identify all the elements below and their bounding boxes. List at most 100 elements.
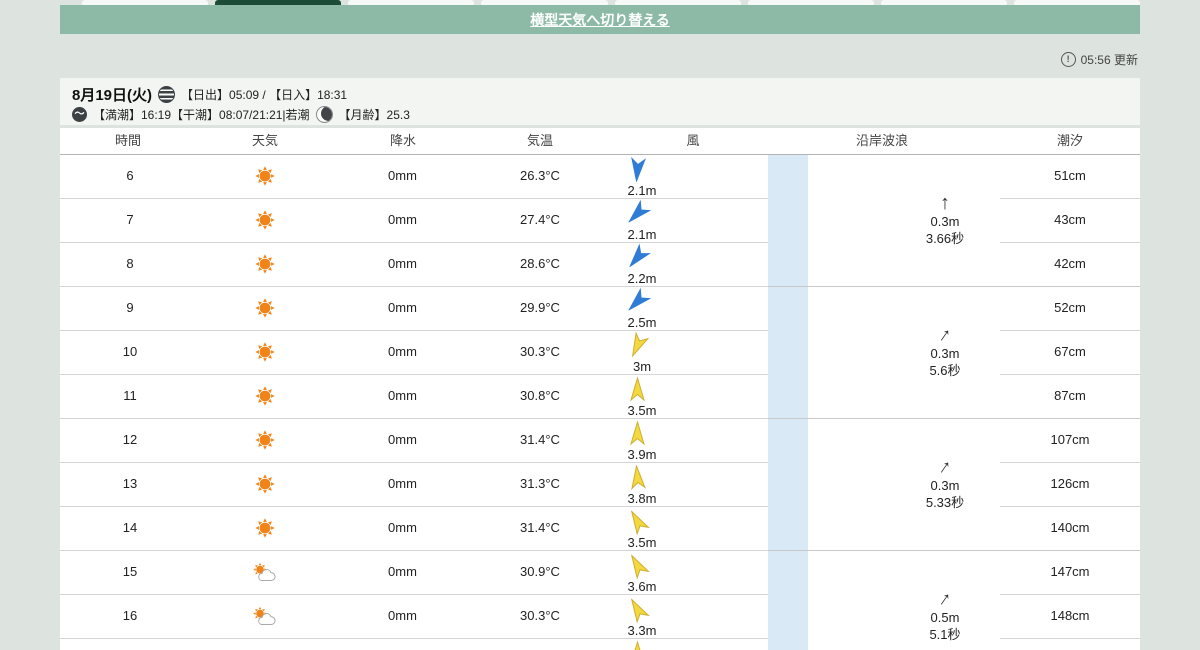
switch-to-horizontal-link[interactable]: 横型天気へ切り替える bbox=[530, 10, 670, 30]
temp-cell: 30.3°C bbox=[520, 344, 560, 359]
precip-cell: 0mm bbox=[388, 388, 417, 403]
sunny-icon bbox=[238, 374, 292, 418]
wind-cell bbox=[607, 638, 667, 650]
precip-cell: 0mm bbox=[388, 300, 417, 315]
page: 横型天気へ切り替える ! 05:56 更新 8月19日(火) 【日出】05:09… bbox=[0, 0, 1200, 650]
wind-speed-label: 2.5m bbox=[627, 315, 657, 330]
layout-switch-banner: 横型天気へ切り替える bbox=[60, 5, 1140, 34]
hour-cell: 9 bbox=[126, 300, 134, 315]
wave-period-label: 5.33秒 bbox=[925, 495, 965, 510]
sunny-icon bbox=[238, 462, 292, 506]
wind-speed-label: 3.9m bbox=[627, 447, 657, 462]
column-header-7: 潮汐 bbox=[1056, 133, 1083, 148]
precip-cell: 0mm bbox=[388, 608, 417, 623]
wind-cell: 2.2m bbox=[607, 242, 667, 286]
wave-direction-arrow-icon: ↑ bbox=[934, 455, 956, 479]
hourly-weather-table: 時間 天気 降水 気温風沿岸波浪 潮汐 6 0mm 26.3°C 2.1m 51cm 7 0mm 27.… bbox=[60, 128, 1140, 650]
sunny-icon bbox=[238, 418, 292, 462]
wind-cell: 2.5m bbox=[607, 286, 667, 330]
coastal-wave-info: ↑ 0.5m 5.1秒 bbox=[929, 587, 960, 643]
hour-cell: 14 bbox=[122, 520, 138, 535]
precip-cell bbox=[330, 638, 475, 650]
wind-speed-label: 2.1m bbox=[627, 183, 657, 198]
wind-speed-label: 3.3m bbox=[627, 623, 657, 638]
temp-cell bbox=[475, 638, 605, 650]
tide-wave-icon: 〜 bbox=[72, 106, 87, 122]
precip-cell: 0mm bbox=[388, 432, 417, 447]
wind-speed-label: 3m bbox=[632, 359, 652, 374]
column-header-6: 沿岸波浪 bbox=[855, 133, 908, 148]
sunrise-sunset-times: 【日出】05:09 / 【日入】18:31 bbox=[181, 87, 348, 102]
sunny-icon bbox=[238, 242, 292, 286]
hour-cell: 15 bbox=[122, 564, 138, 579]
coastal-wave-info: ↑ 0.3m 5.33秒 bbox=[925, 455, 965, 511]
sunny-icon bbox=[238, 330, 292, 374]
temp-cell: 31.4°C bbox=[520, 520, 560, 535]
precip-cell: 0mm bbox=[388, 212, 417, 227]
wind-cell: 3.5m bbox=[607, 374, 667, 418]
column-header-5: 風 bbox=[686, 133, 700, 148]
column-header-3: 降水 bbox=[389, 133, 416, 148]
hour-cell: 6 bbox=[126, 168, 134, 183]
hour-cell: 16 bbox=[122, 608, 138, 623]
sunny-icon bbox=[238, 286, 292, 330]
wind-cell: 2.1m bbox=[607, 154, 667, 198]
wind-speed-label: 3.8m bbox=[627, 491, 657, 506]
temp-cell: 30.3°C bbox=[520, 608, 560, 623]
wind-speed-label: 3.5m bbox=[627, 535, 657, 550]
temp-cell: 30.8°C bbox=[520, 388, 560, 403]
precip-cell: 0mm bbox=[388, 564, 417, 579]
wind-speed-label: 2.1m bbox=[627, 227, 657, 242]
wind-cell: 2.1m bbox=[607, 198, 667, 242]
empty-weather-cell bbox=[238, 638, 292, 650]
wave-direction-arrow-icon: ↑ bbox=[934, 587, 956, 611]
temp-cell: 30.9°C bbox=[520, 564, 560, 579]
hour-cell bbox=[60, 638, 200, 650]
column-header-2: 天気 bbox=[251, 133, 278, 148]
precip-cell: 0mm bbox=[388, 520, 417, 535]
date-header: 8月19日(火) 【日出】05:09 / 【日入】18:31 〜 【満潮】16:… bbox=[60, 78, 1140, 125]
column-header-4: 気温 bbox=[526, 133, 553, 148]
hour-cell: 10 bbox=[122, 344, 138, 359]
sunny-icon bbox=[238, 154, 292, 198]
moon-phase-icon bbox=[315, 105, 333, 123]
update-info: ! 05:56 更新 bbox=[1060, 51, 1138, 67]
precip-cell: 0mm bbox=[388, 168, 417, 183]
wind-speed-label: 2.2m bbox=[627, 271, 657, 286]
wave-direction-arrow-icon: ↑ bbox=[940, 192, 950, 214]
temp-cell: 31.4°C bbox=[520, 432, 560, 447]
wind-speed-label: 3.6m bbox=[627, 579, 657, 594]
moon-age: 【月齢】25.3 bbox=[338, 107, 410, 122]
precip-cell: 0mm bbox=[388, 344, 417, 359]
wind-direction-arrow-icon bbox=[628, 638, 647, 650]
wind-cell: 3.9m bbox=[607, 418, 667, 462]
wave-period-label: 5.6秒 bbox=[929, 363, 961, 378]
sunrise-sunset-icon bbox=[158, 85, 176, 103]
precip-cell: 0mm bbox=[388, 256, 417, 271]
wave-height-label: 0.5m bbox=[930, 610, 960, 625]
temp-cell: 29.9°C bbox=[520, 300, 560, 315]
coastal-wave-cell: ↑ 0.3m 3.66秒 bbox=[849, 154, 1041, 286]
wind-speed-label: 3.5m bbox=[627, 403, 657, 418]
column-header-1: 時間 bbox=[114, 133, 141, 148]
coastal-wave-cell: ↑ 0.3m 5.33秒 bbox=[849, 418, 1041, 550]
hour-cell: 11 bbox=[123, 388, 137, 403]
sunny-cloudy-icon bbox=[238, 550, 292, 594]
wave-strip bbox=[768, 155, 808, 650]
wind-cell: 3.3m bbox=[607, 594, 667, 638]
precip-cell: 0mm bbox=[388, 476, 417, 491]
coastal-wave-cell: ↑ 0.3m 5.6秒 bbox=[849, 286, 1041, 418]
date-label: 8月19日(火) bbox=[72, 86, 153, 104]
update-time-label: 05:56 更新 bbox=[1080, 52, 1138, 67]
wave-height-label: 0.3m bbox=[930, 346, 960, 361]
wind-cell: 3.6m bbox=[607, 550, 667, 594]
wave-direction-arrow-icon: ↑ bbox=[934, 323, 956, 347]
temp-cell: 28.6°C bbox=[520, 256, 560, 271]
tide-times: 【満潮】16:19【干潮】08:07/21:21|若潮 bbox=[93, 107, 310, 122]
temp-cell: 31.3°C bbox=[520, 476, 560, 491]
wave-height-label: 0.3m bbox=[930, 478, 960, 493]
hour-cell: 12 bbox=[122, 432, 138, 447]
hour-cell: 8 bbox=[126, 256, 134, 271]
wave-height-label: 0.3m bbox=[930, 214, 960, 229]
wind-cell: 3m bbox=[607, 330, 667, 374]
